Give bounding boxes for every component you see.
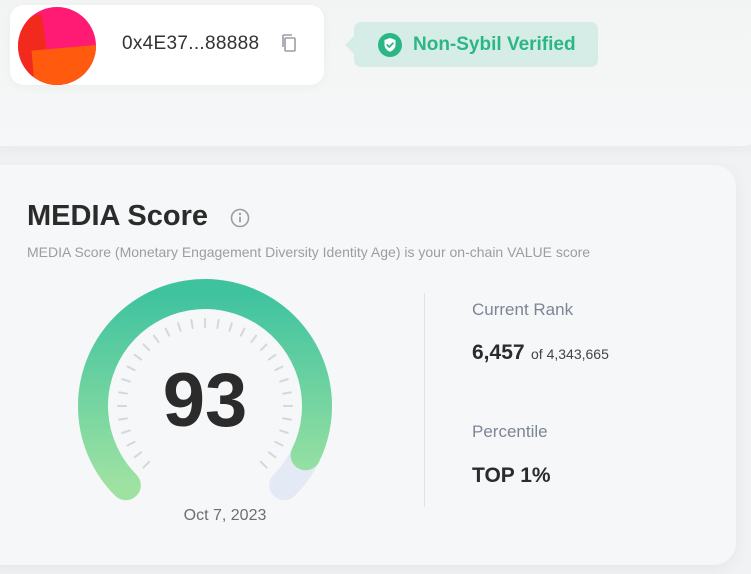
wallet-card: 0x4E37...88888 Non-Sybil Verified (0, 0, 751, 146)
gauge-tick (274, 365, 284, 372)
gauge-tick (216, 319, 220, 329)
wallet-address: 0x4E37...88888 (122, 33, 260, 54)
gauge-tick (142, 460, 151, 469)
gauge-tick (267, 353, 277, 361)
gauge-tick (190, 319, 194, 329)
current-rank-label: Current Rank (472, 300, 574, 319)
info-icon[interactable] (230, 208, 250, 228)
gauge-tick (118, 417, 128, 421)
gauge-tick (259, 460, 268, 469)
page: 0x4E37...88888 Non-Sybil Verified MEDIA … (0, 0, 751, 574)
current-rank-value: 6,457 of 4,343,665 (472, 341, 609, 365)
gauge-tick (118, 391, 128, 395)
address-pill: 0x4E37...88888 (10, 5, 324, 85)
gauge-tick (274, 440, 284, 447)
gauge-tick (126, 440, 136, 447)
percentile-label: Percentile (472, 422, 548, 441)
gauge-tick (228, 322, 233, 332)
gauge-tick (142, 343, 151, 352)
gauge-tick (282, 391, 292, 395)
gauge-tick (279, 378, 289, 383)
avatar-shape (31, 43, 96, 85)
copy-icon[interactable] (280, 33, 298, 53)
gauge-tick (282, 417, 292, 421)
media-score-card: MEDIA Score MEDIA Score (Monetary Engage… (0, 165, 736, 565)
score-title: MEDIA Score (27, 200, 209, 232)
gauge-tick (279, 429, 289, 434)
gauge-tick (259, 343, 268, 352)
gauge-tick (250, 334, 258, 344)
verified-badge: Non-Sybil Verified (345, 22, 598, 67)
score-gauge: 93 (78, 279, 332, 501)
gauge-tick (177, 322, 182, 332)
gauge-tick (133, 451, 143, 459)
score-description: MEDIA Score (Monetary Engagement Diversi… (27, 244, 591, 260)
percentile-value: TOP 1% (472, 464, 551, 487)
gauge-tick (121, 429, 131, 434)
gauge-tick (121, 378, 131, 383)
score-date: Oct 7, 2023 (183, 507, 267, 524)
gauge-tick (164, 327, 171, 337)
gauge-tick (239, 327, 246, 337)
verified-label: Non-Sybil Verified (413, 33, 576, 55)
divider (424, 293, 425, 507)
score-value: 93 (163, 358, 248, 443)
gauge-tick (267, 451, 277, 459)
shield-check-icon (378, 32, 402, 57)
gauge-tick (133, 353, 143, 361)
rank-total: of 4,343,665 (531, 346, 609, 362)
rank-number: 6,457 (472, 341, 525, 364)
gauge-tick (152, 334, 160, 344)
avatar (18, 7, 96, 85)
gauge-tick (126, 365, 136, 372)
